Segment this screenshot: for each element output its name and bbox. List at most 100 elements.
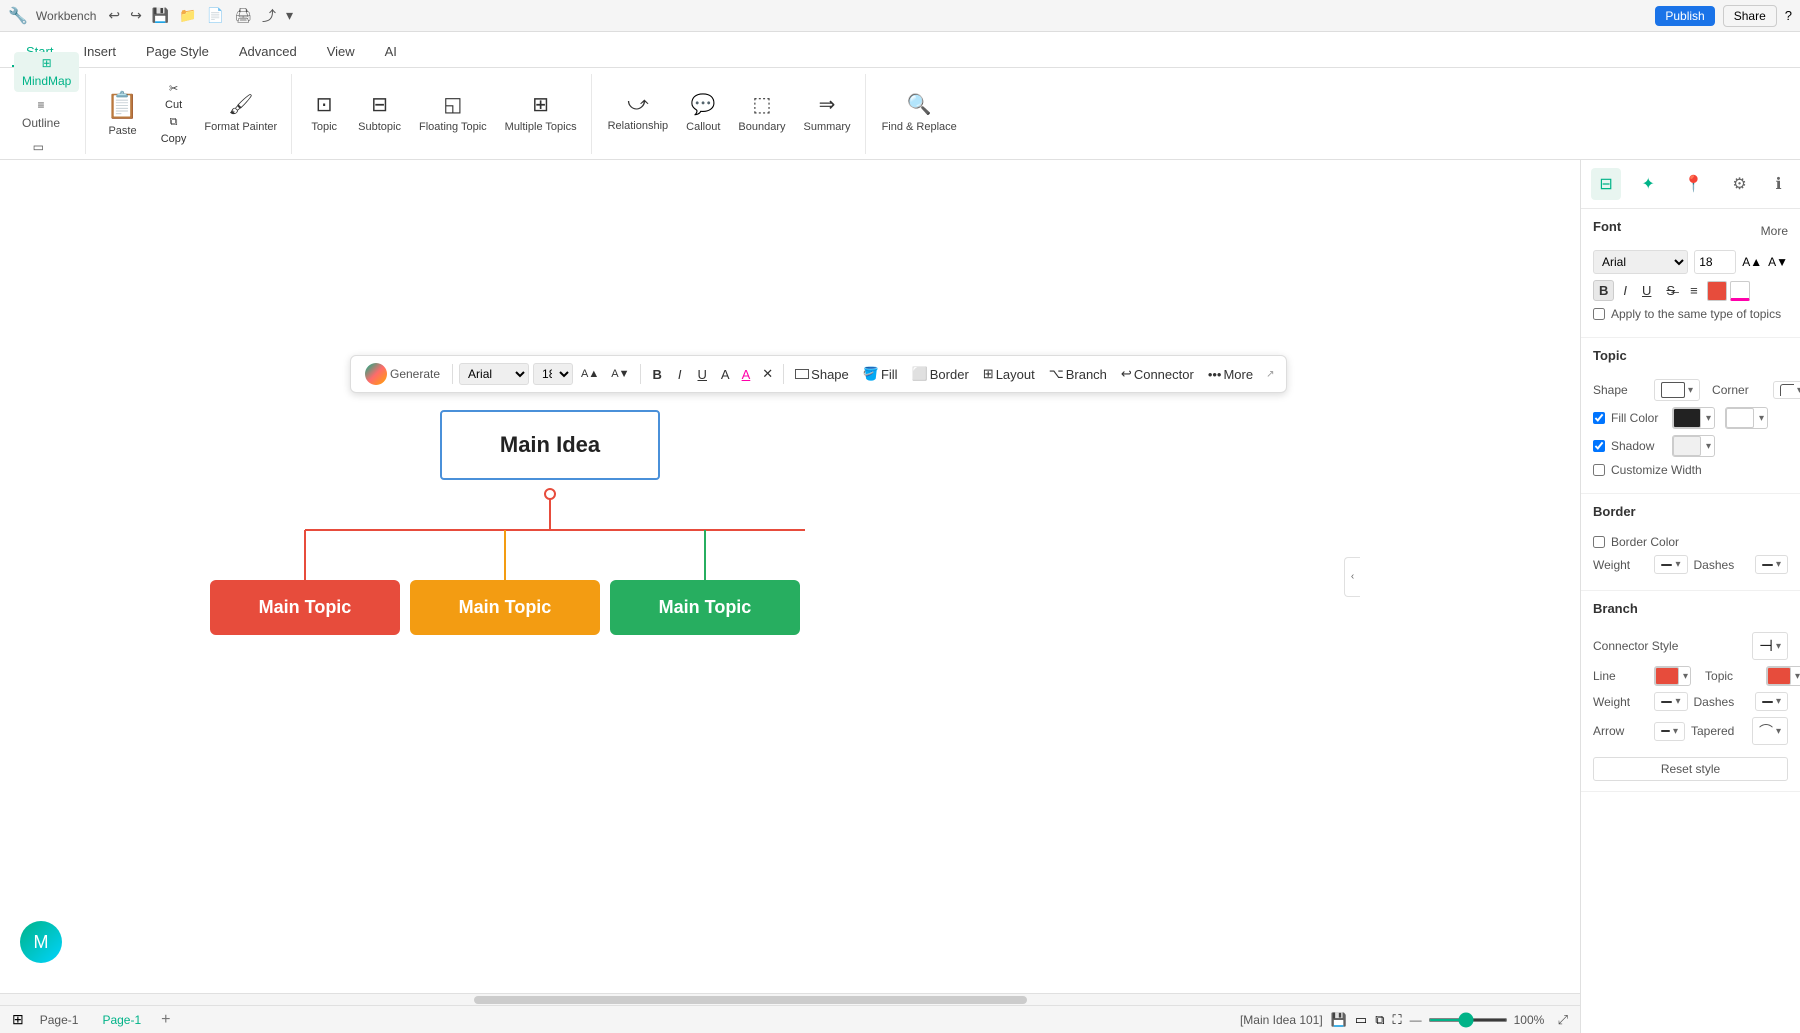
shape-select[interactable]: ▾ — [1654, 379, 1700, 401]
shadow-checkbox[interactable] — [1593, 440, 1605, 452]
font-more-button[interactable]: More — [1761, 224, 1788, 238]
share-button[interactable]: Share — [1723, 5, 1777, 27]
panel-ai-button[interactable]: ✦ — [1634, 168, 1663, 200]
connector-style-select[interactable]: ⊣ ▾ — [1752, 632, 1788, 660]
topic-button[interactable]: ⊡ Topic — [300, 78, 348, 150]
topic-red-box[interactable]: Main Topic — [210, 580, 400, 635]
font-color-button[interactable]: A — [717, 364, 734, 385]
canvas-scrollbar[interactable] — [0, 993, 1580, 1005]
save-button[interactable]: 💾 — [148, 4, 173, 28]
tab-view[interactable]: View — [313, 38, 369, 67]
panel-task-button[interactable]: 📍 — [1676, 168, 1712, 200]
outline-view-button[interactable]: ≡ Outline — [14, 94, 68, 134]
line-color-group[interactable]: ▾ — [1654, 666, 1691, 686]
more-actions-button[interactable]: ▾ — [282, 4, 297, 28]
corner-select[interactable]: ▾ — [1773, 381, 1800, 399]
boundary-button[interactable]: ⬚ Boundary — [730, 78, 793, 150]
panel-strike-button[interactable]: S̶ — [1660, 280, 1681, 301]
highlight-color-swatch[interactable] — [1730, 281, 1750, 301]
fill-color-swatch-group[interactable]: ▾ — [1672, 407, 1715, 429]
panel-settings-button[interactable]: ⚙ — [1724, 168, 1754, 200]
border-weight-select[interactable]: ▾ — [1654, 555, 1688, 574]
shadow-swatch-group[interactable]: ▾ — [1672, 435, 1715, 457]
arrow-select[interactable]: ▾ — [1654, 722, 1685, 741]
topic-green-box[interactable]: Main Topic — [610, 580, 800, 635]
publish-button[interactable]: Publish — [1655, 6, 1714, 26]
page-tab-active[interactable]: Page-1 — [94, 1011, 149, 1029]
increase-font-button[interactable]: A▲ — [577, 365, 603, 383]
panel-bold-button[interactable]: B — [1593, 280, 1614, 301]
page-tab-inactive[interactable]: Page-1 — [32, 1011, 87, 1029]
font-family-select[interactable]: Arial — [459, 363, 529, 385]
zoom-slider[interactable] — [1428, 1018, 1508, 1022]
tab-advanced[interactable]: Advanced — [225, 38, 311, 67]
main-idea-box[interactable]: Main Idea — [440, 410, 660, 480]
tab-ai[interactable]: AI — [371, 38, 411, 67]
canvas-area[interactable]: Generate Arial 18 A▲ A▼ B I U A A ✕ — [0, 160, 1580, 1033]
floating-topic-button[interactable]: ◱ Floating Topic — [411, 78, 495, 150]
increase-size-button[interactable]: A▲ — [1742, 255, 1762, 269]
border-dashes-select[interactable]: ▾ — [1755, 555, 1789, 574]
grid-view-button[interactable]: ⊞ — [12, 1011, 24, 1028]
print-button[interactable]: 🖨 — [230, 4, 256, 28]
save-status-button[interactable]: 💾 — [1331, 1012, 1347, 1028]
branch-dashes-select[interactable]: ▾ — [1755, 692, 1789, 711]
format-painter-button[interactable]: 🖌 Format Painter — [196, 78, 285, 150]
highlight-button[interactable]: A — [738, 364, 755, 385]
branch-button[interactable]: ⌥ Branch — [1044, 363, 1112, 385]
fit-button[interactable]: ⤢ — [1558, 1012, 1568, 1028]
callout-button[interactable]: 💬 Callout — [678, 78, 728, 150]
panel-style-button[interactable]: ⊟ — [1591, 168, 1620, 200]
dual-page-button[interactable]: ⧉ — [1375, 1012, 1384, 1028]
relationship-button[interactable]: ⤻ Relationship — [600, 78, 677, 150]
new-button[interactable]: 📄 — [203, 4, 228, 28]
tab-page-style[interactable]: Page Style — [132, 38, 223, 67]
panel-font-size[interactable] — [1694, 250, 1736, 274]
border-button[interactable]: ⬜ Border — [907, 363, 974, 385]
apply-same-type-checkbox[interactable] — [1593, 308, 1605, 320]
font-color-swatch[interactable] — [1707, 281, 1727, 301]
customize-width-checkbox[interactable] — [1593, 464, 1605, 476]
generate-button[interactable]: Generate — [359, 360, 446, 388]
decrease-size-button[interactable]: A▼ — [1768, 255, 1788, 269]
collapse-toolbar-button[interactable]: ↗ — [1262, 366, 1278, 383]
underline-button[interactable]: U — [692, 364, 713, 385]
undo-button[interactable]: ↩ — [104, 4, 124, 28]
add-page-button[interactable]: + — [157, 1011, 174, 1029]
panel-align-button[interactable]: ≡ — [1684, 280, 1704, 301]
open-button[interactable]: 📁 — [175, 4, 200, 28]
fill-button[interactable]: 🪣 Fill — [858, 363, 903, 385]
panel-collapse-button[interactable]: ‹ — [1344, 557, 1360, 597]
panel-underline-button[interactable]: U — [1636, 280, 1657, 301]
fill-color-checkbox[interactable] — [1593, 412, 1605, 424]
shape-button[interactable]: Shape — [790, 364, 854, 385]
fill-color-swatch-group2[interactable]: ▾ — [1725, 407, 1768, 429]
more-button[interactable]: ••• More — [1203, 364, 1258, 385]
find-replace-button[interactable]: 🔍 Find & Replace — [874, 78, 965, 150]
branch-weight-select[interactable]: ▾ — [1654, 692, 1688, 711]
border-color-checkbox[interactable] — [1593, 536, 1605, 548]
copy-button[interactable]: ⧉ Copy — [153, 115, 195, 147]
summary-button[interactable]: ⇒ Summary — [796, 78, 859, 150]
cut-button[interactable]: ✂ Cut — [153, 81, 195, 113]
layout-button[interactable]: ⊞ Layout — [978, 363, 1040, 385]
paste-button[interactable]: 📋 Paste — [94, 78, 150, 150]
redo-button[interactable]: ↪ — [126, 4, 146, 28]
subtopic-button[interactable]: ⊟ Subtopic — [350, 78, 409, 150]
export-button[interactable]: ⤴ — [258, 4, 280, 28]
help-button[interactable]: ? — [1785, 8, 1792, 23]
topic-color-group[interactable]: ▾ — [1766, 666, 1800, 686]
tapered-select[interactable]: ⌒ ▾ — [1752, 717, 1788, 745]
full-screen-button[interactable]: ⛶ — [1392, 1012, 1401, 1028]
mindmap-view-button[interactable]: ⊞ MindMap — [14, 52, 79, 92]
connector-button[interactable]: ↩ Connector — [1116, 363, 1199, 385]
topic-yellow-box[interactable]: Main Topic — [410, 580, 600, 635]
bold-button[interactable]: B — [647, 364, 668, 385]
erase-format-button[interactable]: ✕ — [758, 363, 777, 385]
font-size-select[interactable]: 18 — [533, 363, 573, 385]
multiple-topics-button[interactable]: ⊞ Multiple Topics — [497, 78, 585, 150]
panel-font-family[interactable]: Arial — [1593, 250, 1688, 274]
single-page-button[interactable]: ▭ — [1355, 1012, 1367, 1028]
italic-button[interactable]: I — [672, 364, 688, 385]
decrease-font-button[interactable]: A▼ — [607, 365, 633, 383]
